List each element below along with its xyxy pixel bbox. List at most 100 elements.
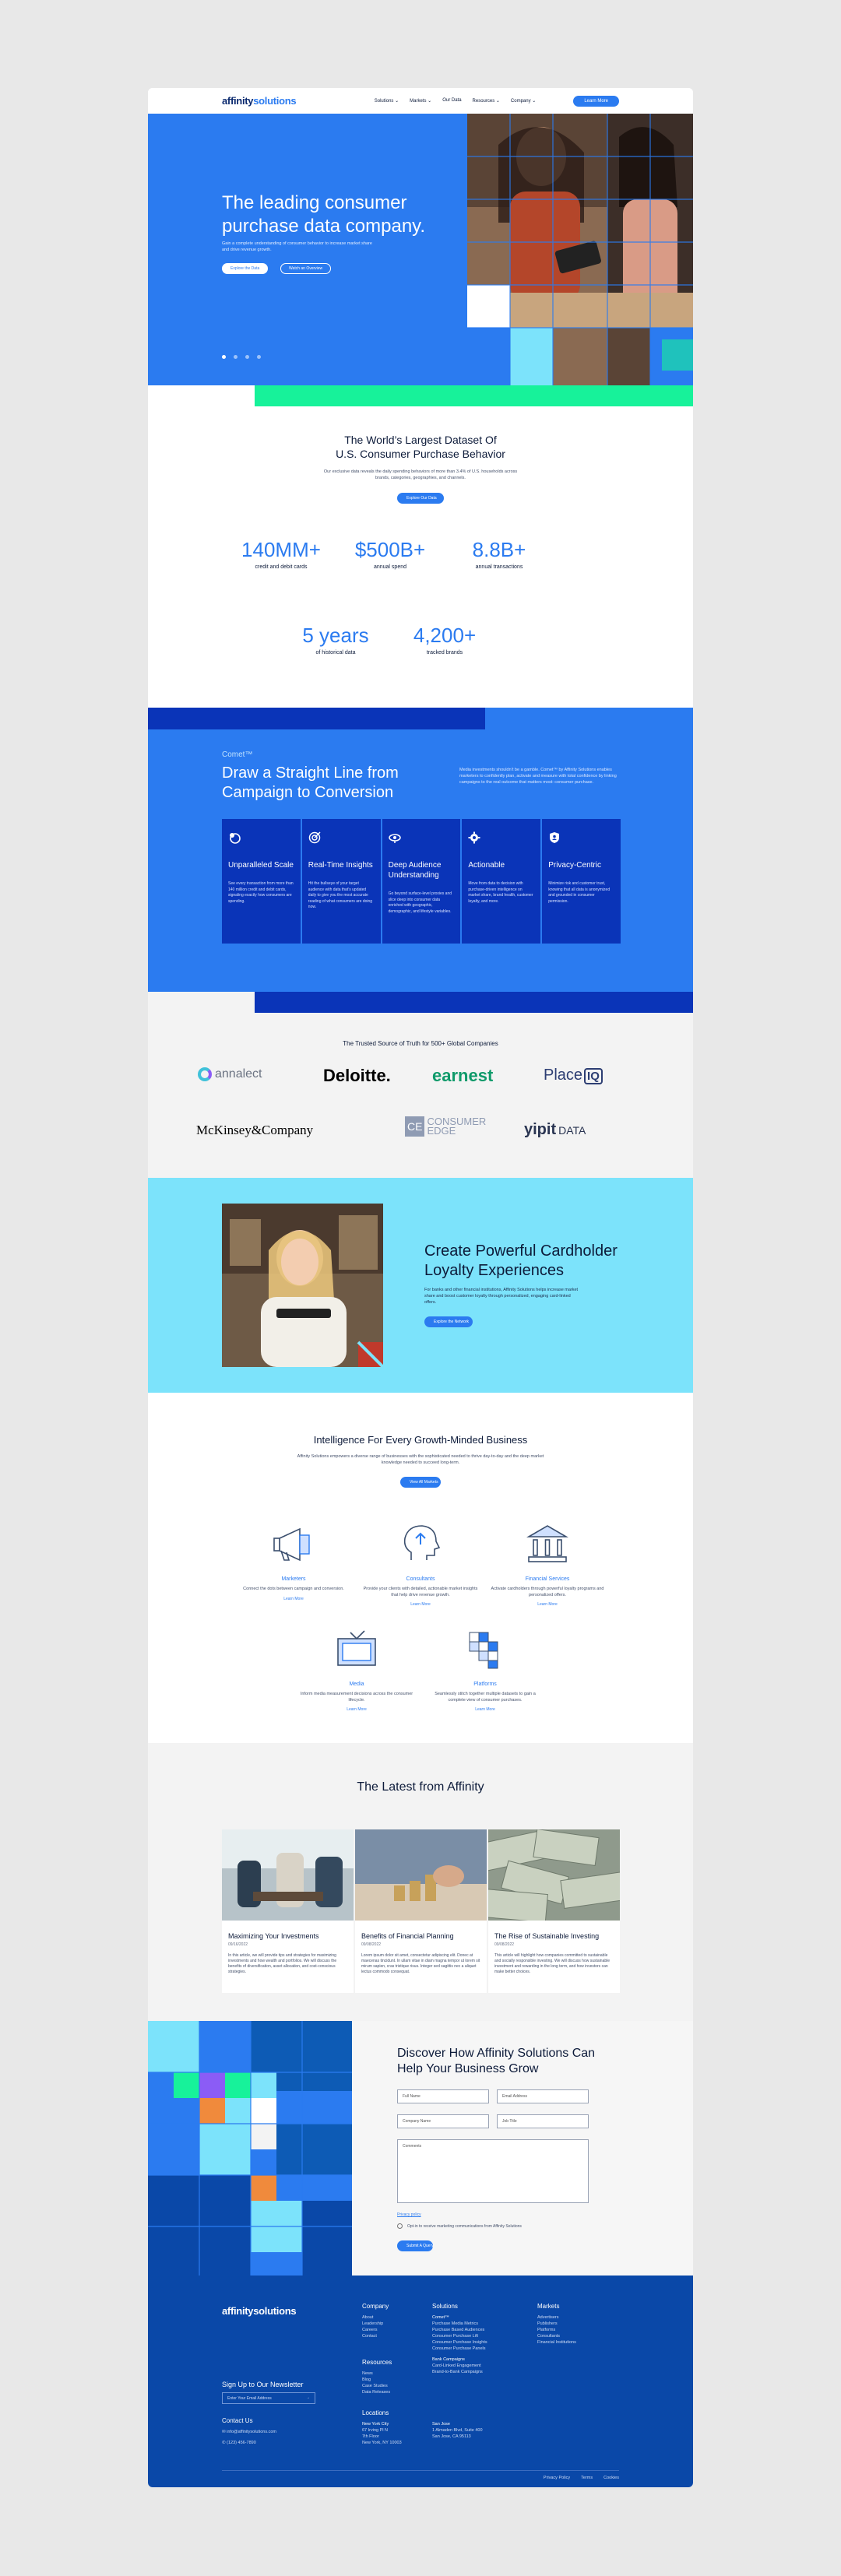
menu-markets[interactable]: Markets ⌄ [410,98,431,104]
footer-logo[interactable]: affinitysolutions [222,2305,297,2317]
legal-link[interactable]: Terms [581,2475,593,2481]
footer-link[interactable]: Brand-to-Bank Campaigns [432,2369,487,2375]
loyalty-section: Create Powerful Cardholder Loyalty Exper… [148,1178,693,1393]
arrow-right-icon[interactable]: → [306,2395,310,2400]
legal-link[interactable]: Privacy Policy [544,2475,570,2481]
job-title-field[interactable]: Job Title [497,2114,589,2128]
consent-label: Opt-in to receive marketing communicatio… [407,2223,522,2229]
market-text: Inform media measurement decisions acros… [300,1692,413,1703]
legal-link[interactable]: Cookies [603,2475,619,2481]
post-card[interactable]: Benefits of Financial Planning 09/08/202… [355,1829,487,1993]
menu-our-data[interactable]: Our Data [442,98,461,104]
carousel-dot[interactable] [257,355,261,359]
menu-company[interactable]: Company ⌄ [511,98,536,104]
logo[interactable]: affinitysolutions [222,95,297,107]
footer-link[interactable]: Publishers [537,2321,576,2327]
logo-mckinsey: McKinsey&Company [196,1123,314,1137]
learn-more-link[interactable]: Learn More [298,1707,415,1712]
footer-link[interactable]: News [362,2370,390,2377]
footer-solutions-links: Comet™ Purchase Media Metrics Purchase B… [432,2314,487,2375]
card-realtime: Real-Time Insights Hit the bullseye of y… [301,819,381,944]
location-line: San Jose, CA 95113 [432,2434,471,2439]
shield-user-icon [550,832,560,843]
footer-phone[interactable]: ✆ (123) 456-7890 [222,2440,256,2446]
comet-cards: Unparalleled Scale See every transaction… [222,819,621,944]
explore-data-button[interactable]: Explore the Data [222,263,269,274]
footer-link[interactable]: Consumer Purchase Insights [432,2339,487,2346]
footer-link[interactable]: Purchase Media Metrics [432,2321,487,2327]
learn-more-link[interactable]: Learn More [427,1707,544,1712]
logo-text-stack: CONSUMER EDGE [427,1116,486,1137]
post-image-meeting [222,1829,354,1921]
learn-more-link[interactable]: Learn More [489,1602,606,1607]
footer-link[interactable]: Advertisers [537,2314,576,2321]
footer-link[interactable]: Consumer Purchase Lift [432,2333,487,2339]
footer-link[interactable]: Platforms [537,2327,576,2333]
menu-resources[interactable]: Resources ⌄ [473,98,500,104]
footer-link[interactable]: Data Releases [362,2389,390,2395]
post-card[interactable]: Maximizing Your Investments 09/16/2022 I… [222,1829,354,1993]
footer-link[interactable]: Careers [362,2327,383,2333]
post-title: Benefits of Financial Planning [361,1932,454,1940]
stat-label: annual spend [373,564,407,570]
logo-text-b: solutions [253,2305,297,2317]
menu-label: Company [510,99,531,104]
stat-number: 8.8B+ [472,538,526,561]
carousel-dot[interactable] [234,355,238,359]
market-financial: Financial Services Activate cardholders … [489,1521,606,1607]
explore-network-button[interactable]: Explore the Network [424,1316,473,1327]
dataset-title-line1: The World’s Largest Dataset Of [344,434,497,446]
consent-radio[interactable] [397,2223,403,2229]
footer-link[interactable]: Purchase Based Audiences [432,2327,487,2333]
menu-solutions[interactable]: Solutions ⌄ [375,98,399,104]
footer-link[interactable]: About [362,2314,383,2321]
footer-link[interactable]: Financial Institutions [537,2339,576,2346]
post-excerpt: Lorem ipsum dolor sit amet, consectetur … [361,1953,480,1974]
footer-link[interactable]: Case Studies [362,2383,390,2389]
hero-subtitle: Gain a complete understanding of consume… [222,241,372,252]
logos-topbar [255,992,693,1013]
tv-icon [337,1630,376,1666]
submit-button[interactable]: Submit A Query [397,2240,434,2251]
card-title: Deep Audience Understanding [388,861,442,880]
learn-more-button[interactable]: Learn More [573,95,619,107]
explore-our-data-button[interactable]: Explore Our Data [397,493,444,504]
carousel-dot[interactable] [222,355,226,359]
full-name-field[interactable]: Full Name [397,2089,489,2103]
comet-topbar [148,708,485,729]
footer-link[interactable]: Contact [362,2333,383,2339]
view-markets-button[interactable]: View All Markets [400,1477,441,1488]
post-date: 09/08/2022 [494,1942,515,1947]
newsletter-input[interactable]: Enter Your Email Address → [222,2392,315,2404]
market-media: Media Inform media measurement decisions… [298,1626,415,1712]
stat-spend: $500B+ annual spend [343,538,437,570]
comments-field[interactable]: Comments [397,2139,589,2203]
footer-link[interactable]: Blog [362,2377,390,2383]
footer-email[interactable]: ✉ info@affinitysolutions.com [222,2429,276,2435]
annalect-ring-icon [198,1067,212,1081]
learn-more-link[interactable]: Learn More [362,1602,479,1607]
footer-link[interactable]: Consultants [537,2333,576,2339]
footer-email-text: info@affinitysolutions.com [227,2430,277,2434]
stat-label: of historical data [315,650,356,655]
email-field[interactable]: Email Address [497,2089,589,2103]
privacy-policy-link[interactable]: Privacy policy [397,2212,421,2217]
footer-link[interactable]: Leadership [362,2321,383,2327]
menu-label: Markets [410,99,427,104]
card-text: Minimize risk and customer trust, knowin… [548,881,611,904]
latest-title: The Latest from Affinity [357,1780,484,1794]
learn-more-link[interactable]: Learn More [235,1597,352,1601]
watch-overview-button[interactable]: Watch an Overview [280,263,332,274]
post-card[interactable]: The Rise of Sustainable Investing 09/08/… [477,1829,627,1993]
company-field[interactable]: Company Name [397,2114,489,2128]
card-title: Real-Time Insights [308,861,373,870]
comet-title: Draw a Straight Line from Campaign to Co… [222,764,399,801]
carousel-dot[interactable] [245,355,249,359]
logo-text: EDGE [427,1125,456,1137]
scale-icon [230,833,241,844]
footer-link[interactable]: Card-Linked Engagement [432,2363,487,2369]
stat-label: credit and debit cards [255,564,308,570]
post-image-banknotes [477,1829,627,1923]
footer-link[interactable]: Comet™ [432,2314,487,2321]
footer-link[interactable]: Consumer Purchase Panels [432,2346,487,2352]
